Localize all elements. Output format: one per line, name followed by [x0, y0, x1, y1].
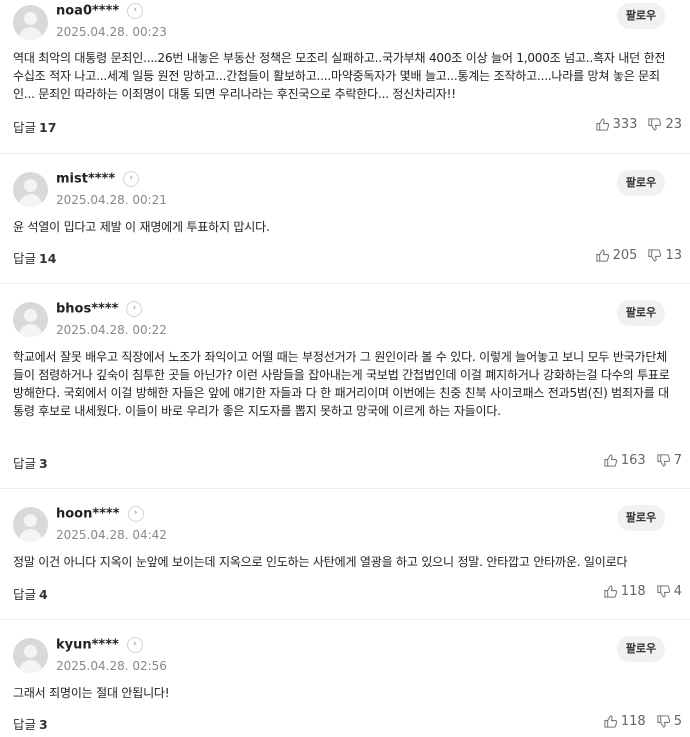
reply-button[interactable]: 답글 17	[13, 117, 56, 136]
avatar[interactable]	[13, 172, 48, 207]
reply-count: 14	[39, 251, 57, 266]
dislike-count: 7	[673, 453, 682, 468]
like-button[interactable]: 163	[603, 453, 646, 468]
thumbs-up-icon	[604, 715, 618, 728]
reply-count: 17	[39, 120, 57, 135]
reaction-bar: 205 13	[585, 248, 682, 263]
username[interactable]: bhos**** ›	[56, 301, 143, 317]
reaction-bar: 118 4	[593, 584, 682, 599]
comment-item: mist**** › 2025.04.28. 00:21 팔로우 윤 석열이 밉다…	[0, 154, 690, 284]
follow-button[interactable]: 팔로우	[617, 300, 665, 326]
thumbs-down-icon	[648, 118, 662, 131]
reaction-bar: 333 23	[585, 117, 682, 132]
chevron-right-icon[interactable]: ›	[126, 301, 143, 317]
dislike-count: 13	[665, 248, 682, 263]
username[interactable]: kyun**** ›	[56, 637, 143, 653]
dislike-count: 5	[673, 714, 682, 729]
thumbs-down-icon	[657, 585, 670, 598]
reply-label: 답글	[13, 456, 37, 471]
dislike-button[interactable]: 23	[647, 117, 682, 132]
avatar[interactable]	[13, 638, 48, 673]
dislike-button[interactable]: 4	[656, 584, 682, 599]
reply-label: 답글	[13, 717, 37, 732]
thumbs-down-icon	[648, 249, 662, 262]
username-text[interactable]: hoon****	[56, 507, 120, 522]
chevron-right-icon[interactable]: ›	[123, 171, 140, 187]
thumbs-up-icon	[604, 454, 618, 467]
comment-item: noa0**** › 2025.04.28. 00:23 팔로우 역대 최악의 대…	[0, 0, 690, 154]
follow-button[interactable]: 팔로우	[617, 636, 665, 662]
reply-count: 4	[39, 587, 48, 602]
like-count: 163	[620, 453, 646, 468]
reply-button[interactable]: 답글 3	[13, 714, 48, 733]
thumbs-down-icon	[657, 454, 670, 467]
reaction-bar: 163 7	[593, 453, 682, 468]
reply-label: 답글	[13, 587, 37, 602]
comment-text: 그래서 죄명이는 절대 안됩니다!	[13, 686, 170, 700]
like-count: 205	[612, 248, 638, 263]
like-button[interactable]: 205	[595, 248, 638, 263]
username-text[interactable]: noa0****	[56, 4, 119, 19]
like-button[interactable]: 118	[603, 714, 646, 729]
reply-label: 답글	[13, 251, 37, 266]
dislike-button[interactable]: 13	[647, 248, 682, 263]
like-count: 333	[612, 117, 638, 132]
avatar[interactable]	[13, 302, 48, 337]
comment-date: 2025.04.28. 00:23	[56, 25, 167, 39]
dislike-count: 4	[673, 584, 682, 599]
comment-date: 2025.04.28. 00:22	[56, 323, 167, 337]
dislike-button[interactable]: 7	[656, 453, 682, 468]
reaction-bar: 118 5	[593, 714, 682, 729]
username[interactable]: noa0**** ›	[56, 3, 144, 19]
reply-count: 3	[39, 456, 48, 471]
reply-button[interactable]: 답글 4	[13, 584, 48, 603]
thumbs-up-icon	[595, 249, 609, 262]
chevron-right-icon[interactable]: ›	[127, 3, 144, 19]
comment-text: 학교에서 잘못 배우고 직장에서 노조가 좌익이고 어떨 때는 부정선거가 그 …	[13, 350, 670, 418]
comment-text: 윤 석열이 밉다고 제발 이 재명에게 투표하지 맙시다.	[13, 220, 270, 234]
like-button[interactable]: 333	[595, 117, 638, 132]
dislike-count: 23	[665, 117, 682, 132]
chevron-right-icon[interactable]: ›	[127, 506, 144, 522]
dislike-button[interactable]: 5	[656, 714, 682, 729]
username[interactable]: hoon**** ›	[56, 506, 144, 522]
username-text[interactable]: bhos****	[56, 302, 118, 317]
username-text[interactable]: mist****	[56, 172, 115, 187]
username[interactable]: mist**** ›	[56, 171, 140, 187]
follow-button[interactable]: 팔로우	[617, 170, 665, 196]
reply-label: 답글	[13, 120, 37, 135]
avatar[interactable]	[13, 507, 48, 542]
username-text[interactable]: kyun****	[56, 638, 119, 653]
reply-button[interactable]: 답글 3	[13, 453, 48, 472]
thumbs-down-icon	[657, 715, 670, 728]
reply-count: 3	[39, 717, 48, 732]
like-count: 118	[620, 584, 646, 599]
follow-button[interactable]: 팔로우	[617, 3, 665, 29]
like-button[interactable]: 118	[603, 584, 646, 599]
thumbs-up-icon	[604, 585, 618, 598]
comment-date: 2025.04.28. 02:56	[56, 659, 167, 673]
chevron-right-icon[interactable]: ›	[126, 637, 143, 653]
like-count: 118	[620, 714, 646, 729]
comment-text: 역대 최악의 대통령 문죄인....26번 내놓은 부동산 정책은 모조리 실패…	[13, 51, 666, 101]
follow-button[interactable]: 팔로우	[617, 505, 665, 531]
comment-item: hoon**** › 2025.04.28. 04:42 팔로우 정말 이건 아니…	[0, 489, 690, 620]
comment-date: 2025.04.28. 00:21	[56, 193, 167, 207]
reply-button[interactable]: 답글 14	[13, 248, 56, 267]
comment-item: kyun**** › 2025.04.28. 02:56 팔로우 그래서 죄명이는…	[0, 620, 690, 737]
comment-item: bhos**** › 2025.04.28. 00:22 팔로우 학교에서 잘못 …	[0, 284, 690, 489]
comment-date: 2025.04.28. 04:42	[56, 528, 167, 542]
comment-text: 정말 이건 아니다 지옥이 눈앞에 보이는데 지옥으로 인도하는 사탄에게 열광…	[13, 555, 628, 569]
avatar[interactable]	[13, 5, 48, 40]
thumbs-up-icon	[595, 118, 609, 131]
